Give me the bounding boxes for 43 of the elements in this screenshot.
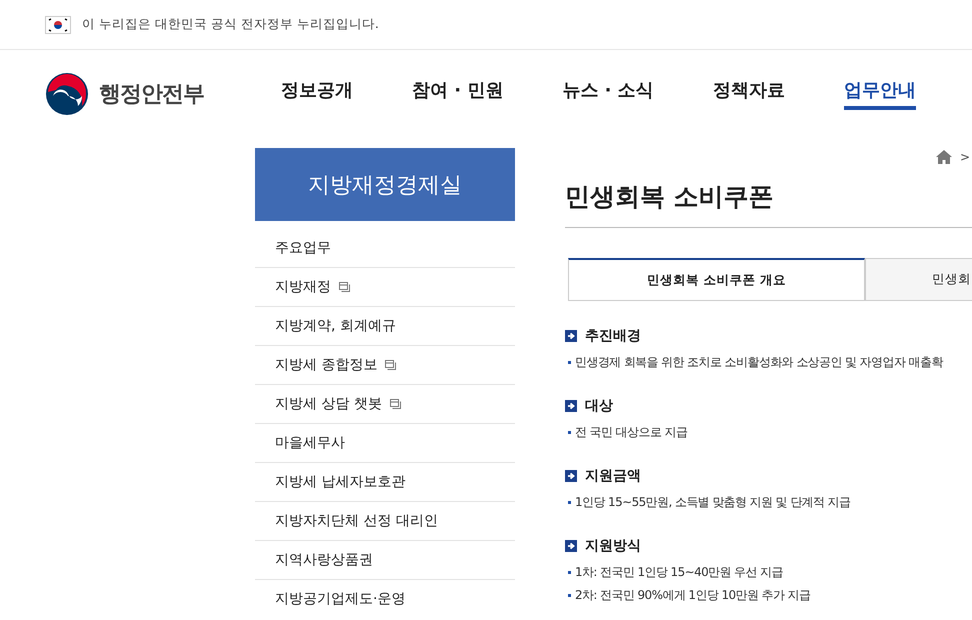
section-heading: 추진배경	[585, 327, 641, 345]
tab[interactable]: 민생회	[865, 258, 972, 301]
arrow-icon	[565, 330, 577, 342]
sidebar-title: 지방재정경제실	[255, 148, 515, 221]
home-icon[interactable]	[936, 150, 952, 164]
sidebar-item[interactable]: 지방세 종합정보	[255, 346, 515, 385]
flag-icon	[45, 16, 71, 34]
sidebar-item[interactable]: 지방계약, 회계예규	[255, 307, 515, 346]
nav-menu-item[interactable]: 참여 · 민원	[412, 78, 504, 110]
section-heading: 대상	[585, 397, 613, 415]
bullet-text: 1인당 15~55만원, 소득별 맞춤형 지원 및 단계적 지급	[575, 494, 851, 511]
sidebar-item[interactable]: 지방자치단체 선정 대리인	[255, 502, 515, 541]
bullet-icon	[568, 431, 571, 434]
bullet-icon	[568, 594, 571, 597]
bullet-text: 민생경제 회복을 위한 조치로 소비활성화와 소상공인 및 자영업자 매출확	[575, 354, 943, 371]
nav-menu-item[interactable]: 정보공개	[281, 78, 353, 110]
ministry-name[interactable]: 행정안전부	[99, 79, 204, 109]
arrow-icon	[565, 400, 577, 412]
bullet-text: 2차: 전국민 90%에게 1인당 10만원 추가 지급	[575, 587, 810, 604]
page-title: 민생회복 소비쿠폰	[565, 170, 972, 228]
bullet-text: 1차: 전국민 1인당 15~40만원 우선 지급	[575, 564, 783, 581]
bullet-text: 전 국민 대상으로 지급	[575, 424, 688, 441]
bullet-icon	[568, 501, 571, 504]
nav-menu-item[interactable]: 정책자료	[712, 78, 785, 110]
section-heading: 지원금액	[585, 467, 641, 485]
sidebar-item[interactable]: 지방공기업제도·운영	[255, 580, 515, 618]
nav-menu-item[interactable]: 뉴스 · 소식	[562, 78, 654, 110]
arrow-icon	[565, 540, 577, 552]
sidebar-item[interactable]: 지방세 상담 챗봇	[255, 385, 515, 424]
official-site-notice: 이 누리집은 대한민국 공식 전자정부 누리집입니다.	[82, 16, 379, 33]
logo-icon[interactable]	[45, 72, 89, 116]
sidebar-item[interactable]: 지역사랑상품권	[255, 541, 515, 580]
bullet-icon	[568, 571, 571, 574]
sidebar-item[interactable]: 지방재정	[255, 268, 515, 307]
tab[interactable]: 민생회복 소비쿠폰 개요	[568, 258, 865, 301]
nav-menu-item[interactable]: 업무안내	[844, 78, 916, 110]
breadcrumb-separator: >	[960, 150, 970, 164]
section-heading: 지원방식	[585, 537, 641, 555]
sidebar-item[interactable]: 마을세무사	[255, 424, 515, 463]
sidebar-item[interactable]: 지방세 납세자보호관	[255, 463, 515, 502]
sidebar-item[interactable]: 주요업무	[255, 229, 515, 268]
bullet-icon	[568, 361, 571, 364]
arrow-icon	[565, 470, 577, 482]
